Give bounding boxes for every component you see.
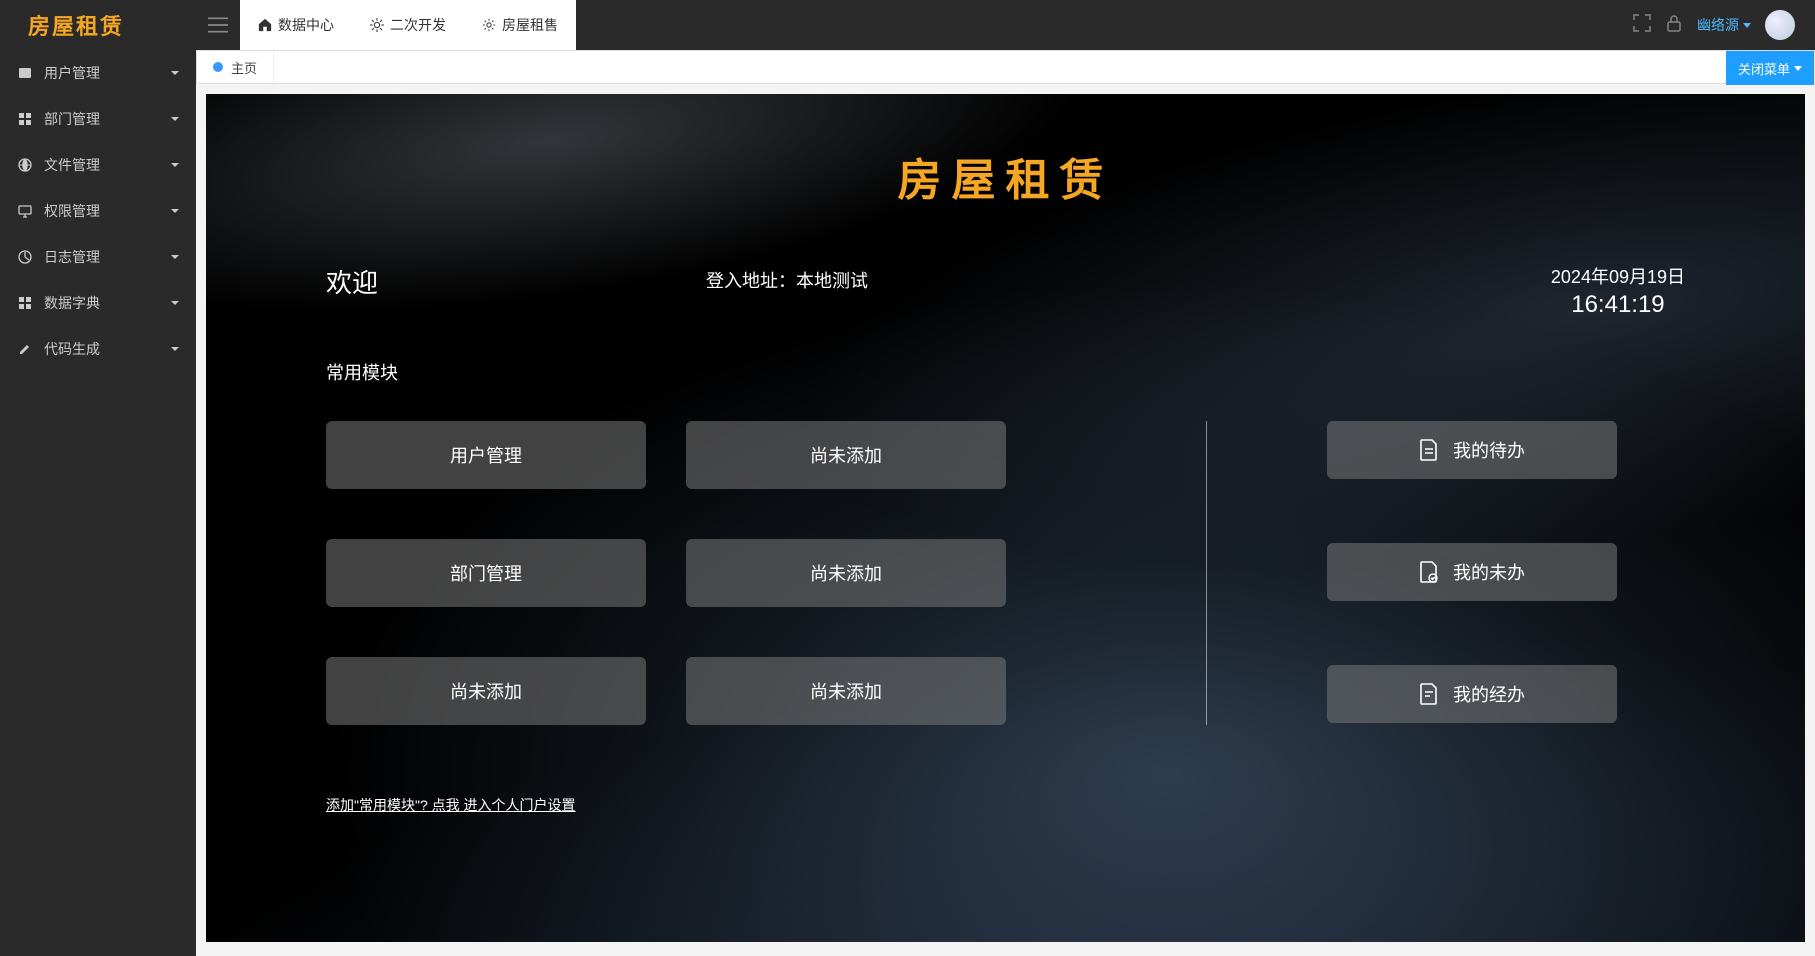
module-button-5[interactable]: 尚未添加: [686, 657, 1006, 725]
document-icon: [1419, 439, 1439, 461]
time-text: 16:41:19: [1551, 291, 1685, 319]
tab-data-center[interactable]: 数据中心: [240, 0, 352, 50]
fullscreen-icon: [1633, 14, 1651, 32]
task-button-handled[interactable]: 我的经办: [1327, 665, 1617, 723]
datetime-block: 2024年09月19日 16:41:19: [1551, 263, 1685, 319]
sidebar-item-label: 数据字典: [44, 293, 100, 313]
header-right: 幽络源: [1633, 0, 1795, 50]
dashboard-content: 房屋租赁 欢迎 登入地址：本地测试 2024年09月19日 16:41:19 常…: [206, 94, 1805, 942]
module-button-0[interactable]: 用户管理: [326, 421, 646, 489]
chevron-down-icon: [170, 298, 180, 308]
badge-icon: [18, 66, 32, 80]
header-tabs: 数据中心 二次开发 房屋租售: [240, 0, 576, 50]
active-dot-icon: [213, 62, 223, 72]
dashboard-title: 房屋租赁: [206, 94, 1805, 208]
sidebar-item-file-mgmt[interactable]: 文件管理: [0, 142, 196, 188]
main-area: 主页 关闭菜单 房屋租赁 欢迎 登入地址：本地测试 2024年09月19日 16…: [196, 50, 1815, 956]
welcome-text: 欢迎: [326, 263, 706, 300]
module-button-2[interactable]: 部门管理: [326, 539, 646, 607]
grid-icon: [18, 296, 32, 310]
chevron-down-icon: [170, 206, 180, 216]
module-button-4[interactable]: 尚未添加: [326, 657, 646, 725]
pencil-icon: [18, 342, 32, 356]
date-text: 2024年09月19日: [1551, 263, 1685, 289]
sidebar-item-label: 用户管理: [44, 63, 100, 83]
sidebar-item-label: 日志管理: [44, 247, 100, 267]
grid-icon: [18, 112, 32, 126]
tab-label: 二次开发: [390, 15, 446, 35]
sidebar-item-dept-mgmt[interactable]: 部门管理: [0, 96, 196, 142]
chevron-down-icon: [170, 114, 180, 124]
home-icon: [258, 18, 272, 32]
modules-section-title: 常用模块: [326, 359, 1805, 385]
sidebar-toggle-button[interactable]: [196, 0, 240, 50]
sidebar-item-label: 权限管理: [44, 201, 100, 221]
login-addr-label: 登入地址：: [706, 271, 796, 291]
sidebar-item-label: 代码生成: [44, 339, 100, 359]
page-tabstrip: 主页 关闭菜单: [196, 50, 1815, 84]
sidebar-item-code-gen[interactable]: 代码生成: [0, 326, 196, 372]
chart-icon: [18, 250, 32, 264]
task-label: 我的未办: [1453, 559, 1525, 585]
vertical-divider: [1206, 421, 1207, 725]
task-button-todo[interactable]: 我的待办: [1327, 421, 1617, 479]
task-button-pending[interactable]: 我的未办: [1327, 543, 1617, 601]
hamburger-icon: [208, 17, 228, 33]
document-done-icon: [1419, 683, 1439, 705]
sun-icon: [370, 18, 384, 32]
tab-label: 数据中心: [278, 15, 334, 35]
module-button-1[interactable]: 尚未添加: [686, 421, 1006, 489]
sidebar-item-label: 文件管理: [44, 155, 100, 175]
module-grid: 用户管理 尚未添加 部门管理 尚未添加 尚未添加 尚未添加: [326, 421, 1006, 725]
tab-secondary-dev[interactable]: 二次开发: [352, 0, 464, 50]
sidebar-item-perm-mgmt[interactable]: 权限管理: [0, 188, 196, 234]
task-label: 我的经办: [1453, 681, 1525, 707]
lock-icon: [1665, 14, 1683, 32]
sidebar: 用户管理 部门管理 文件管理 权限管理 日志管理 数据字典 代码生成: [0, 50, 196, 956]
document-check-icon: [1419, 561, 1439, 583]
module-button-3[interactable]: 尚未添加: [686, 539, 1006, 607]
monitor-icon: [18, 204, 32, 218]
chevron-down-icon: [1743, 23, 1751, 28]
user-menu[interactable]: 幽络源: [1697, 15, 1751, 35]
task-column: 我的待办 我的未办 我的经办: [1327, 421, 1617, 725]
close-menu-button[interactable]: 关闭菜单: [1726, 51, 1814, 85]
gear-icon: [482, 18, 496, 32]
tab-label: 房屋租售: [502, 15, 558, 35]
sidebar-item-data-dict[interactable]: 数据字典: [0, 280, 196, 326]
app-logo: 房屋租赁: [0, 9, 196, 41]
app-header: 房屋租赁 数据中心 二次开发 房屋租售 幽络源: [0, 0, 1815, 50]
tab-house-rent[interactable]: 房屋租售: [464, 0, 576, 50]
chevron-down-icon: [170, 252, 180, 262]
grid-area: 用户管理 尚未添加 部门管理 尚未添加 尚未添加 尚未添加 我的待办 我的未办: [206, 421, 1805, 725]
sidebar-item-label: 部门管理: [44, 109, 100, 129]
tabstrip-home-tab[interactable]: 主页: [197, 51, 274, 83]
chevron-down-icon: [170, 344, 180, 354]
portal-settings-link[interactable]: 添加"常用模块"? 点我 进入个人门户设置: [326, 795, 576, 815]
chevron-down-icon: [170, 68, 180, 78]
info-row: 欢迎 登入地址：本地测试 2024年09月19日 16:41:19: [206, 263, 1805, 319]
username-label: 幽络源: [1697, 15, 1739, 35]
task-label: 我的待办: [1453, 437, 1525, 463]
fullscreen-button[interactable]: [1633, 14, 1651, 37]
sidebar-item-log-mgmt[interactable]: 日志管理: [0, 234, 196, 280]
user-avatar[interactable]: [1765, 10, 1795, 40]
chevron-down-icon: [170, 160, 180, 170]
tabstrip-spacer: [274, 51, 1726, 83]
close-menu-label: 关闭菜单: [1738, 59, 1790, 78]
login-addr-value: 本地测试: [796, 271, 868, 291]
login-address: 登入地址：本地测试: [706, 267, 868, 293]
sidebar-item-user-mgmt[interactable]: 用户管理: [0, 50, 196, 96]
tabstrip-label: 主页: [231, 58, 257, 77]
lock-button[interactable]: [1665, 14, 1683, 37]
globe-icon: [18, 158, 32, 172]
chevron-down-icon: [1794, 66, 1802, 71]
